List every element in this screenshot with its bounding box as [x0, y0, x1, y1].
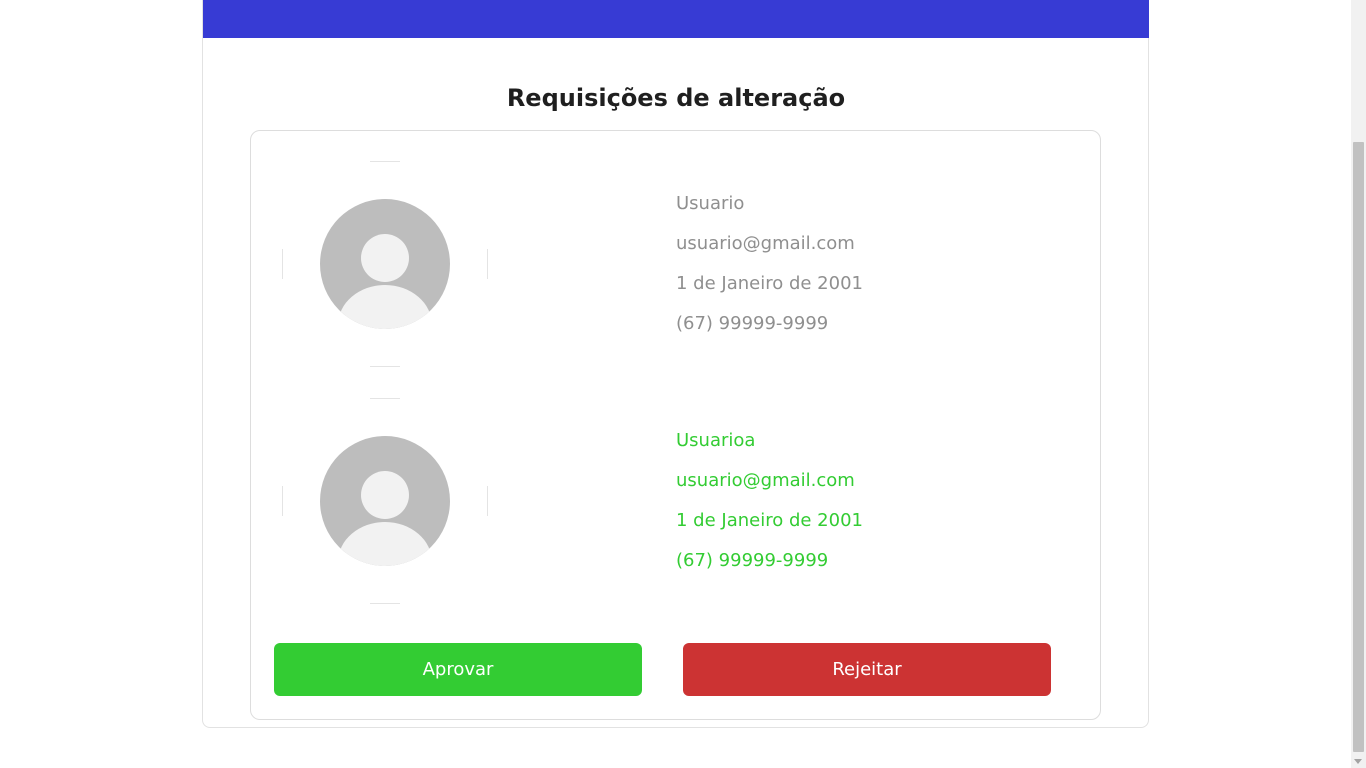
- requested-phone: (67) 99999-9999: [676, 550, 829, 571]
- header-bar: [203, 0, 1149, 38]
- current-birthdate: 1 de Janeiro de 2001: [676, 273, 863, 294]
- scrollbar-thumb[interactable]: [1353, 142, 1364, 752]
- current-avatar-frame: [282, 161, 488, 367]
- change-request-card: Usuario usuario@gmail.com 1 de Janeiro d…: [250, 130, 1101, 720]
- user-avatar-icon: [320, 199, 450, 329]
- reject-button[interactable]: Rejeitar: [683, 643, 1051, 696]
- requested-user-info: Usuarioa usuario@gmail.com 1 de Janeiro …: [676, 430, 863, 590]
- page-title: Requisições de alteração: [506, 84, 846, 112]
- requested-birthdate: 1 de Janeiro de 2001: [676, 510, 863, 531]
- main-container: Requisições de alteração Usuario usuario…: [202, 0, 1149, 728]
- requested-avatar-frame: [282, 398, 488, 604]
- current-user-info: Usuario usuario@gmail.com 1 de Janeiro d…: [676, 193, 863, 353]
- approve-button[interactable]: Aprovar: [274, 643, 642, 696]
- vertical-scrollbar[interactable]: [1351, 0, 1366, 768]
- requested-name: Usuarioa: [676, 430, 756, 451]
- current-name: Usuario: [676, 193, 745, 214]
- requested-email: usuario@gmail.com: [676, 470, 855, 491]
- current-email: usuario@gmail.com: [676, 233, 855, 254]
- current-phone: (67) 99999-9999: [676, 313, 829, 334]
- scroll-down-arrow-icon[interactable]: [1354, 759, 1362, 764]
- page: Requisições de alteração Usuario usuario…: [0, 0, 1366, 768]
- user-avatar-icon: [320, 436, 450, 566]
